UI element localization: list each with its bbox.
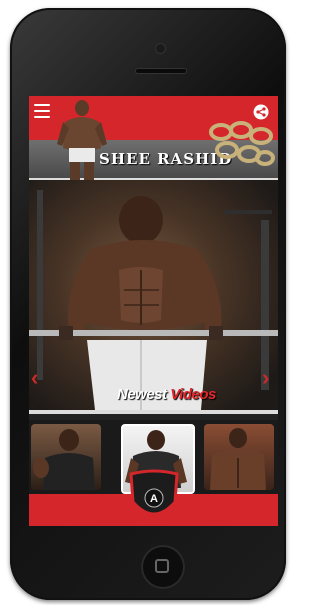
- home-button[interactable]: [141, 545, 185, 589]
- hero-bodybuilder-image: [29, 190, 278, 414]
- front-camera: [156, 44, 165, 53]
- badge-letter: A: [150, 493, 158, 505]
- app-screen: SHEE RASHID ‹ › Newest Videos A: [29, 96, 278, 526]
- section-title: Newest Videos: [117, 386, 216, 403]
- logo-badge-icon[interactable]: A: [125, 468, 183, 526]
- next-slide-button[interactable]: ›: [262, 365, 269, 391]
- previous-slide-button[interactable]: ‹: [31, 365, 38, 391]
- video-thumbnail[interactable]: [204, 424, 274, 490]
- section-title-red: Videos: [170, 386, 216, 403]
- video-thumbnail[interactable]: [31, 424, 101, 490]
- hamburger-menu-icon[interactable]: [34, 104, 50, 118]
- earpiece-speaker: [135, 68, 187, 74]
- hero-image[interactable]: ‹ ›: [29, 180, 278, 414]
- section-title-white: Newest: [117, 386, 167, 403]
- chain-graphic: [209, 121, 275, 166]
